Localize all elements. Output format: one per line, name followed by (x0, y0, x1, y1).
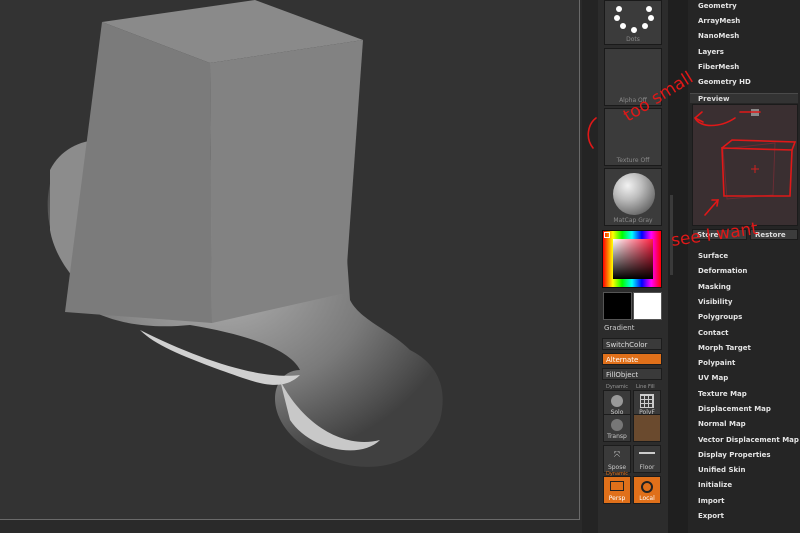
menu-item-layers[interactable]: Layers (698, 48, 724, 56)
menu-item-normal-map[interactable]: Normal Map (698, 420, 746, 428)
persp-button[interactable]: Persp (603, 476, 631, 504)
floor-label: Floor (639, 464, 655, 471)
restore-button[interactable]: Restore (750, 229, 798, 240)
transp-label: Transp (607, 433, 627, 440)
transp-icon (611, 419, 623, 431)
persp-icon (610, 481, 624, 491)
menu-item-display-properties[interactable]: Display Properties (698, 451, 771, 459)
matcap-swatch[interactable]: MatCap Gray (604, 168, 662, 226)
matcap-sphere-icon (613, 173, 655, 215)
menu-item-visibility[interactable]: Visibility (698, 298, 732, 306)
menu-item-geometry-hd[interactable]: Geometry HD (698, 78, 751, 86)
menu-item-masking[interactable]: Masking (698, 283, 731, 291)
menu-item-deformation[interactable]: Deformation (698, 267, 747, 275)
gradient-label[interactable]: Gradient (604, 324, 634, 332)
matcap-label: MatCap Gray (613, 217, 653, 224)
viewport-scene (47, 0, 443, 467)
persp-label: Persp (608, 495, 626, 502)
floor-button[interactable]: Floor (633, 445, 661, 473)
polyf-grid-icon (640, 394, 654, 408)
menu-item-polypaint[interactable]: Polypaint (698, 359, 735, 367)
texture-label: Texture Off (616, 157, 650, 164)
preview-canvas (722, 109, 776, 200)
alternate-button[interactable]: Alternate (602, 353, 662, 365)
transp-button[interactable]: Transp (603, 414, 631, 442)
floor-icon (639, 452, 655, 454)
texture-swatch[interactable]: Texture Off (604, 108, 662, 166)
switchcolor-button[interactable]: SwitchColor (602, 338, 662, 350)
dots-label: Dots (626, 36, 640, 43)
brush-stroke-swatch[interactable]: Dots (604, 0, 662, 45)
menu-item-geometry[interactable]: Geometry (698, 2, 737, 10)
local-button[interactable]: Local (633, 476, 661, 504)
menu-item-surface[interactable]: Surface (698, 252, 728, 260)
local-icon (641, 481, 653, 493)
solo-icon (611, 395, 623, 407)
color-picker-square[interactable] (613, 239, 653, 279)
spose-icon: ⤧ (613, 450, 621, 459)
fillobject-button[interactable]: FillObject (602, 368, 662, 380)
menu-item-displacement-map[interactable]: Displacement Map (698, 405, 771, 413)
menu-item-export[interactable]: Export (698, 512, 724, 520)
menu-item-texture-map[interactable]: Texture Map (698, 390, 747, 398)
menu-item-fibermesh[interactable]: FiberMesh (698, 63, 739, 71)
shelf-scrollbar[interactable] (668, 0, 688, 533)
color-picker[interactable] (602, 230, 662, 288)
cube-mesh[interactable] (65, 0, 363, 323)
preview-window[interactable] (692, 104, 798, 226)
menu-item-uv-map[interactable]: UV Map (698, 374, 728, 382)
viewport-gutter (582, 0, 598, 533)
dots-stroke-icon (614, 6, 654, 33)
local-label: Local (639, 495, 655, 502)
spose-button[interactable]: ⤧ Spose (603, 445, 631, 473)
menu-item-vector-displacement-map[interactable]: Vector Displacement Map (698, 436, 799, 444)
preview-header[interactable]: Preview (690, 93, 798, 103)
menu-item-nanomesh[interactable]: NanoMesh (698, 32, 739, 40)
ghost-button[interactable] (633, 414, 661, 442)
preview-thumbnail-icon (751, 109, 759, 116)
alpha-label: Alpha Off (619, 97, 647, 104)
secondary-color-swatch[interactable] (633, 292, 662, 320)
viewport-canvas[interactable] (0, 0, 580, 520)
menu-item-contact[interactable]: Contact (698, 329, 729, 337)
alpha-swatch[interactable]: Alpha Off (604, 48, 662, 106)
menu-item-initialize[interactable]: Initialize (698, 481, 732, 489)
menu-item-import[interactable]: Import (698, 497, 725, 505)
main-color-swatch[interactable] (603, 292, 632, 320)
preview-cube-outline (722, 142, 776, 200)
menu-item-morph-target[interactable]: Morph Target (698, 344, 751, 352)
menu-item-arraymesh[interactable]: ArrayMesh (698, 17, 740, 25)
menu-item-polygroups[interactable]: Polygroups (698, 313, 742, 321)
store-button[interactable]: Store (692, 229, 747, 240)
color-picker-marker (604, 232, 610, 238)
menu-item-unified-skin[interactable]: Unified Skin (698, 466, 746, 474)
shelf-scroll-thumb[interactable] (670, 195, 673, 275)
spose-label: Spose (607, 464, 627, 471)
